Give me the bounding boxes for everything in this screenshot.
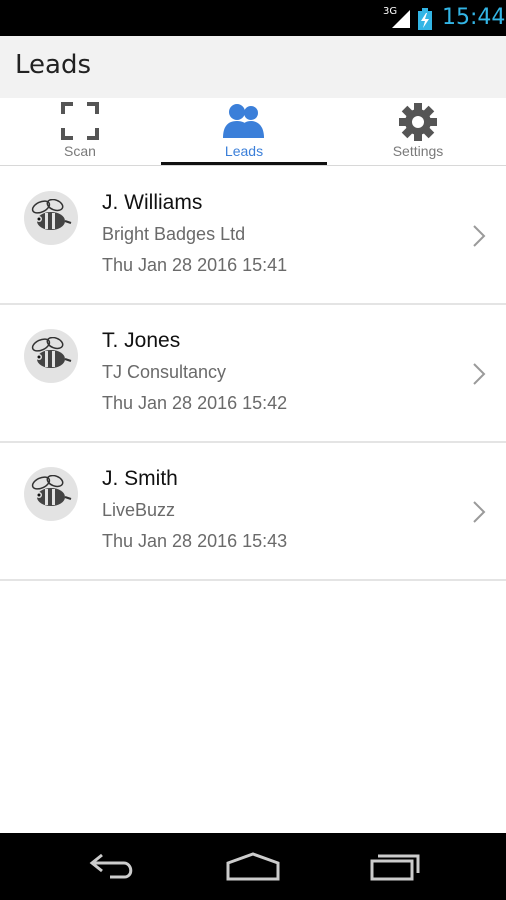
bee-icon bbox=[31, 199, 72, 230]
leads-list: J. Williams Bright Badges Ltd Thu Jan 28… bbox=[0, 167, 506, 581]
lead-company: TJ Consultancy bbox=[102, 362, 227, 382]
tab-label-leads: Leads bbox=[224, 143, 264, 159]
tab-scan[interactable]: Scan bbox=[0, 98, 160, 166]
selected-tab-indicator bbox=[161, 162, 327, 165]
chevron-right-icon bbox=[473, 501, 486, 523]
chevron-right-icon bbox=[473, 363, 486, 385]
gear-icon bbox=[399, 103, 437, 141]
lead-name: J. Smith bbox=[102, 467, 178, 490]
bee-icon bbox=[31, 337, 72, 368]
lead-name: T. Jones bbox=[102, 329, 181, 352]
lead-company: Bright Badges Ltd bbox=[102, 224, 246, 244]
tab-label-settings: Settings bbox=[392, 143, 444, 159]
tab-label-scan: Scan bbox=[64, 143, 96, 159]
avatar bbox=[24, 191, 78, 245]
app-screen: 3G 15:44 Leads Scan Leads Settings J. Wi… bbox=[0, 0, 506, 900]
tab-leads[interactable]: Leads bbox=[161, 98, 327, 166]
avatar bbox=[24, 467, 78, 521]
back-button[interactable] bbox=[88, 851, 138, 881]
signal-icon bbox=[392, 10, 410, 28]
battery-charging-icon bbox=[418, 8, 432, 30]
people-icon bbox=[223, 104, 264, 138]
lead-row[interactable]: J. Williams Bright Badges Ltd Thu Jan 28… bbox=[0, 167, 506, 305]
home-button[interactable] bbox=[224, 851, 282, 881]
avatar bbox=[24, 329, 78, 383]
chevron-right-icon bbox=[473, 225, 486, 247]
tab-settings[interactable]: Settings bbox=[330, 98, 506, 166]
lead-row[interactable]: J. Smith LiveBuzz Thu Jan 28 2016 15:43 bbox=[0, 443, 506, 581]
lead-date: Thu Jan 28 2016 15:43 bbox=[102, 531, 288, 551]
status-time: 15:44 bbox=[442, 5, 506, 30]
recent-apps-button[interactable] bbox=[368, 851, 422, 881]
lead-company: LiveBuzz bbox=[102, 500, 176, 520]
system-nav-bar bbox=[0, 833, 506, 900]
status-bar: 3G 15:44 bbox=[0, 0, 506, 36]
tab-bar: Scan Leads Settings bbox=[0, 98, 506, 166]
bee-icon bbox=[31, 475, 72, 506]
lead-date: Thu Jan 28 2016 15:42 bbox=[102, 393, 288, 413]
lead-row[interactable]: T. Jones TJ Consultancy Thu Jan 28 2016 … bbox=[0, 305, 506, 443]
lead-name: J. Williams bbox=[102, 191, 203, 214]
page-title: Leads bbox=[15, 50, 92, 80]
action-bar: Leads bbox=[0, 36, 506, 98]
scan-icon bbox=[61, 102, 99, 140]
lead-date: Thu Jan 28 2016 15:41 bbox=[102, 255, 288, 275]
